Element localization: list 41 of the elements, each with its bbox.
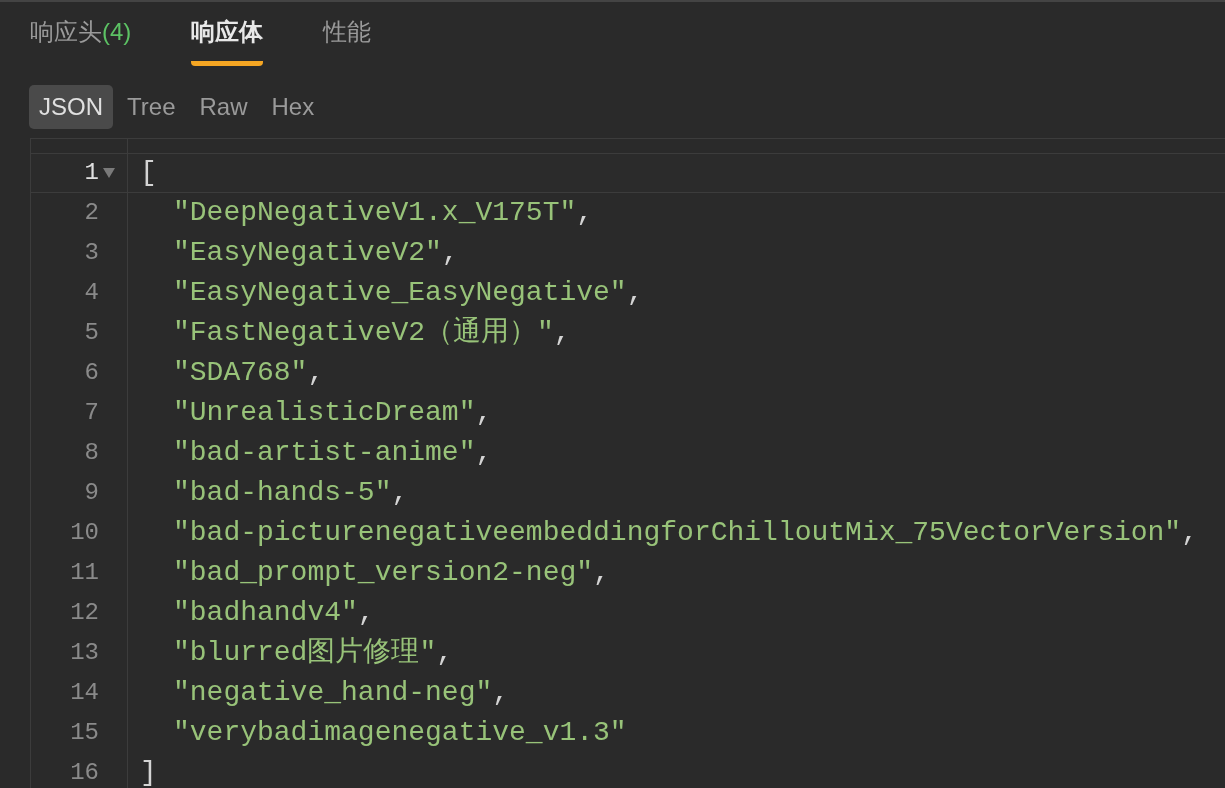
code-text: "bad-hands-5", — [173, 477, 409, 508]
code-text: "blurred图片修理", — [173, 637, 454, 668]
code-editor[interactable] — [30, 138, 1225, 788]
code-text: "UnrealisticDream", — [173, 397, 493, 428]
fold-caret-icon[interactable] — [103, 168, 115, 178]
code-text: "negative_hand-neg", — [173, 677, 510, 708]
code-text: ] — [140, 757, 157, 788]
line-number: 10 — [70, 518, 99, 548]
code-text: [ — [140, 157, 157, 188]
response-tab[interactable]: 性能 — [323, 14, 372, 66]
line-number: 7 — [84, 398, 99, 428]
view-tab[interactable]: Tree — [117, 85, 186, 129]
line-number: 16 — [70, 758, 99, 788]
line-number: 5 — [84, 318, 99, 348]
line-number: 2 — [84, 198, 99, 228]
line-number: 13 — [70, 638, 99, 668]
line-number: 1 — [84, 158, 99, 188]
code-text: "badhandv4", — [173, 597, 375, 628]
code-text: "DeepNegativeV1.x_V175T", — [173, 197, 594, 228]
line-number: 8 — [84, 438, 99, 468]
code-text: "bad-artist-anime", — [173, 437, 493, 468]
code-text: "SDA768", — [173, 357, 325, 388]
line-number: 4 — [84, 278, 99, 308]
line-number: 11 — [70, 558, 99, 588]
code-text: "bad-picturenegativeembeddingforChilloutMix_75VectorVersion", — [173, 517, 1198, 548]
line-number: 15 — [70, 718, 99, 748]
code-text: "EasyNegativeV2", — [173, 237, 459, 268]
line-number: 14 — [70, 678, 99, 708]
line-number: 6 — [84, 358, 99, 388]
code-text: "FastNegativeV2（通用）", — [173, 317, 571, 348]
response-tab[interactable]: 响应体 — [191, 14, 264, 66]
view-tab[interactable]: JSON — [29, 85, 113, 129]
code-text: "EasyNegative_EasyNegative", — [173, 277, 644, 308]
response-tab[interactable]: 响应头(4) — [30, 14, 132, 66]
line-number: 9 — [84, 478, 99, 508]
code-text: "bad_prompt_version2-neg", — [173, 557, 610, 588]
code-text: "verybadimagenegative_v1.3" — [173, 717, 627, 748]
view-tab[interactable]: Raw — [189, 85, 258, 129]
line-number: 3 — [84, 238, 99, 268]
line-number: 12 — [70, 598, 99, 628]
view-tab[interactable]: Hex — [261, 85, 325, 129]
